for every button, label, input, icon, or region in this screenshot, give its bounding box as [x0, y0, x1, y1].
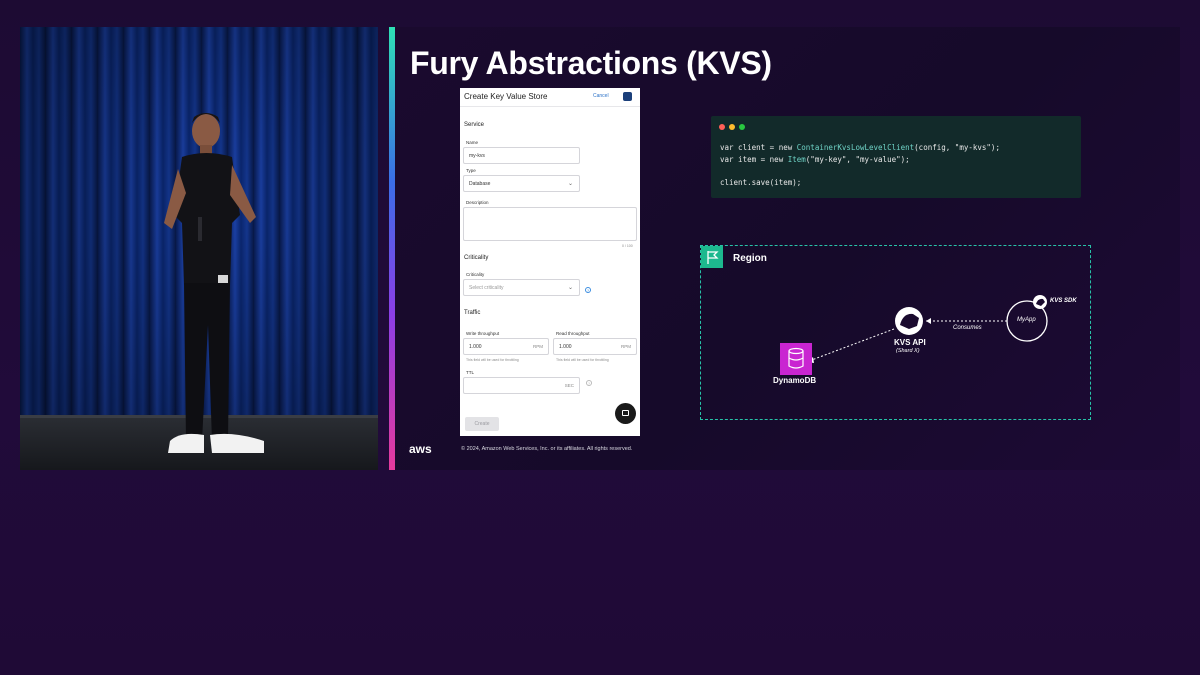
presentation-slide: Fury Abstractions (KVS) Create Key Value… [389, 27, 1180, 470]
copyright-notice: © 2024, Amazon Web Services, Inc. or its… [461, 446, 633, 452]
kvs-api-sub-label: (Shard X) [896, 348, 920, 354]
myapp-label: MyApp [1017, 317, 1036, 323]
dynamodb-icon [780, 343, 812, 375]
dynamodb-label: DynamoDB [773, 376, 817, 385]
dynamodb-connector [808, 328, 895, 362]
arrow-head-icon [926, 318, 931, 324]
architecture-diagram [780, 295, 1048, 375]
kvs-api-label: KVS API [894, 338, 926, 347]
speaker-video [20, 27, 378, 470]
aws-logo: aws [409, 442, 432, 456]
consumes-label: Consumes [953, 325, 982, 331]
kvs-sdk-label: KVS SDK [1050, 298, 1077, 304]
speaker-figure [164, 113, 264, 453]
